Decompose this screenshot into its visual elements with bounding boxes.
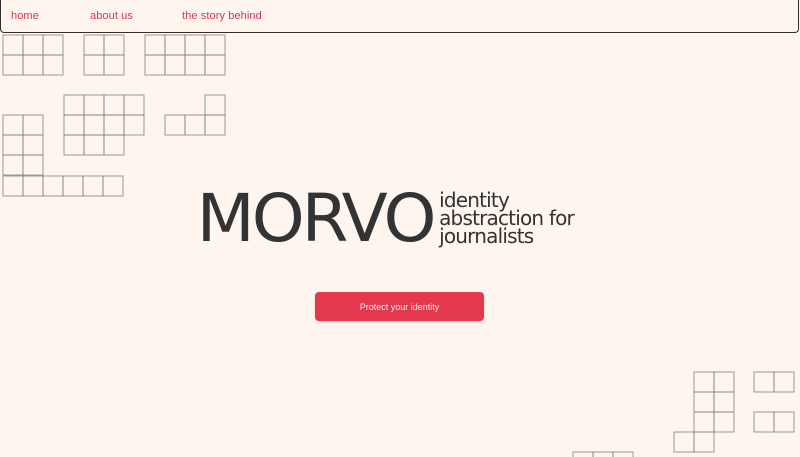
grid-cell [204, 94, 226, 116]
grid-cell [63, 94, 85, 116]
grid-cell [22, 154, 44, 176]
grid-cell [204, 114, 226, 136]
grid-cell [164, 114, 186, 136]
grid-cell [2, 54, 24, 76]
grid-cell [693, 431, 715, 453]
grid-cell [103, 114, 125, 136]
grid-cell [612, 451, 634, 457]
grid-cell [42, 175, 64, 197]
grid-cell [83, 114, 105, 136]
grid-cell [83, 54, 105, 76]
grid-cell [693, 411, 715, 433]
grid-cell [22, 34, 44, 56]
grid-cell [63, 114, 85, 136]
grid-cell [22, 54, 44, 76]
grid-cell [592, 451, 614, 457]
grid-cell [22, 134, 44, 156]
grid-cell [2, 154, 24, 176]
grid-cell [2, 175, 24, 197]
grid-cell [713, 411, 735, 433]
nav-home-link[interactable]: home [11, 10, 39, 22]
grid-cell [123, 114, 145, 136]
grid-cell [144, 34, 166, 56]
grid-cell [144, 54, 166, 76]
grid-cell [204, 34, 226, 56]
grid-cell [83, 134, 105, 156]
grid-cell [773, 411, 795, 433]
grid-cell [2, 34, 24, 56]
grid-cell [22, 175, 44, 197]
grid-cell [103, 34, 125, 56]
grid-cell [753, 411, 775, 433]
grid-cell [773, 371, 795, 393]
grid-cell [713, 371, 735, 393]
brand-logo-text: MORVO [196, 180, 437, 257]
grid-cell [572, 451, 594, 457]
grid-cell [2, 134, 24, 156]
grid-cell [103, 134, 125, 156]
grid-cell [83, 34, 105, 56]
grid-cell [22, 114, 44, 136]
grid-cell [2, 114, 24, 136]
grid-cell [184, 34, 206, 56]
grid-cell [753, 371, 775, 393]
grid-cell [42, 54, 64, 76]
grid-cell [63, 134, 85, 156]
tagline-line-3: journalists [439, 224, 534, 248]
grid-cell [103, 54, 125, 76]
grid-cell [204, 54, 226, 76]
grid-cell [42, 34, 64, 56]
grid-cell [83, 94, 105, 116]
grid-cell [82, 175, 104, 197]
top-nav-bar: home about us the story behind [0, 0, 799, 33]
grid-cell [713, 391, 735, 413]
grid-cell [693, 371, 715, 393]
grid-cell [103, 94, 125, 116]
hero-brand: MORVO identity abstraction for journalis… [196, 180, 575, 257]
grid-cell [673, 431, 695, 453]
grid-cell [102, 175, 124, 197]
grid-cell [164, 34, 186, 56]
brand-tagline: identity abstraction for journalists [439, 190, 575, 248]
nav-story-behind-link[interactable]: the story behind [182, 10, 262, 22]
grid-cell [164, 54, 186, 76]
protect-identity-button[interactable]: Protect your identity [315, 292, 484, 321]
grid-cell [62, 175, 84, 197]
grid-cell [184, 114, 206, 136]
grid-cell [123, 94, 145, 116]
nav-about-us-link[interactable]: about us [90, 10, 133, 22]
grid-cell [184, 54, 206, 76]
grid-cell [693, 391, 715, 413]
